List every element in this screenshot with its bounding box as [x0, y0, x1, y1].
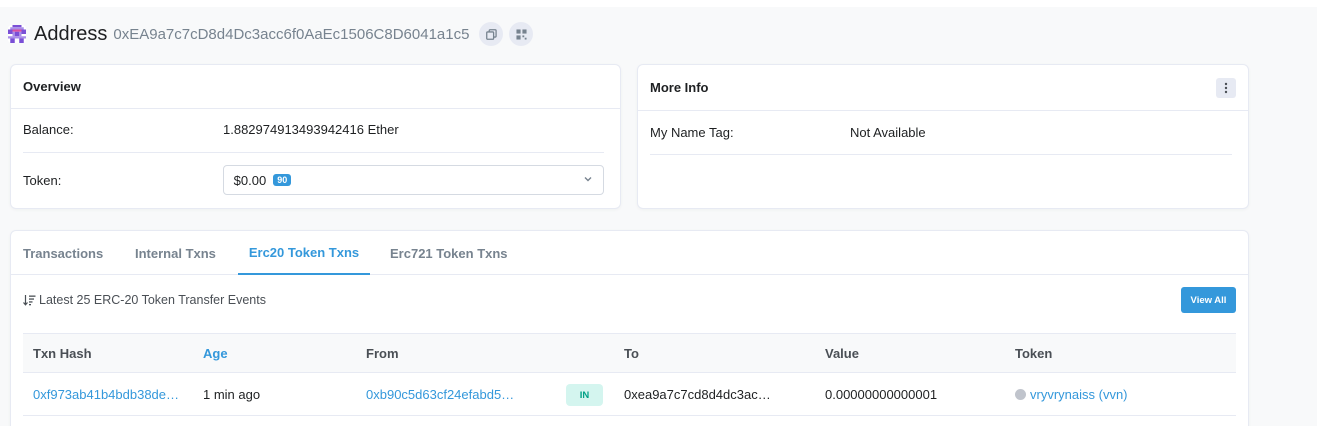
balance-row: Balance: 1.882974913493942416 Ether — [23, 122, 604, 137]
transactions-card: Transactions Internal Txns Erc20 Token T… — [10, 230, 1249, 426]
to-address: 0xea9a7c7cd8d4dc3ac… — [624, 387, 771, 402]
table-row: 0xf973ab41b4bdb38de… 1 min ago 0xb90c5d6… — [23, 374, 1236, 416]
token-link[interactable]: vryvrynaiss (vvn) — [1015, 387, 1128, 402]
column-header-age[interactable]: Age — [203, 346, 228, 361]
more-options-button[interactable] — [1216, 78, 1236, 98]
overview-card-header: Overview — [11, 65, 620, 109]
address-hash: 0xEA9a7c7cD8d4Dc3acc6f0AaEc1506C8D6041a1… — [113, 25, 470, 43]
qr-code-button[interactable] — [509, 22, 534, 46]
transfer-value: 0.00000000000001 — [825, 387, 938, 402]
txn-age: 1 min ago — [203, 387, 261, 402]
token-holdings-dropdown[interactable]: $0.00 90 — [222, 165, 604, 195]
overview-divider — [23, 152, 604, 153]
copy-address-button[interactable] — [479, 22, 504, 46]
token-logo-icon — [1015, 389, 1026, 400]
column-header-to: To — [624, 346, 639, 361]
from-address-link[interactable]: 0xb90c5d63cf24efabd5… — [366, 387, 514, 402]
column-header-token: Token — [1015, 346, 1053, 361]
more-info-card-header: More Info — [638, 65, 1248, 111]
vertical-ellipsis-icon — [1224, 82, 1228, 94]
table-header: Txn Hash Age From To Value Token — [23, 333, 1236, 373]
copy-icon — [486, 28, 497, 40]
qr-code-icon — [516, 28, 527, 40]
more-info-divider — [650, 154, 1232, 155]
column-header-value: Value — [825, 346, 859, 361]
tab-erc20-token-txns[interactable]: Erc20 Token Txns — [238, 231, 370, 275]
more-info-title: More Info — [650, 80, 709, 95]
name-tag-value: Not Available — [850, 125, 926, 140]
view-all-button[interactable]: View All — [1181, 287, 1236, 313]
latest-events-text: Latest 25 ERC-20 Token Transfer Events — [39, 293, 266, 307]
overview-title: Overview — [23, 79, 81, 94]
tab-transactions[interactable]: Transactions — [23, 231, 103, 275]
address-bar: Address 0xEA9a7c7cD8d4Dc3acc6f0AaEc1506C… — [8, 20, 539, 48]
name-tag-row: My Name Tag: Not Available — [650, 125, 1232, 140]
more-info-card: More Info My Name Tag: Not Available — [637, 64, 1249, 209]
balance-label: Balance: — [23, 122, 74, 137]
column-header-from: From — [366, 346, 399, 361]
txn-hash-link[interactable]: 0xf973ab41b4bdb38de… — [33, 387, 179, 402]
token-count-badge: 90 — [273, 174, 292, 186]
column-header-txn-hash: Txn Hash — [33, 346, 92, 361]
tab-erc721-token-txns[interactable]: Erc721 Token Txns — [390, 231, 508, 275]
sort-amount-down-icon — [23, 295, 36, 306]
token-row: Token: $0.00 90 — [23, 165, 604, 195]
top-strip — [0, 0, 1317, 7]
tab-internal-txns[interactable]: Internal Txns — [135, 231, 216, 275]
balance-value: 1.882974913493942416 Ether — [223, 122, 399, 137]
token-label: Token: — [23, 172, 62, 188]
overview-card: Overview Balance: 1.882974913493942416 E… — [10, 64, 621, 209]
token-name: vryvrynaiss (vvn) — [1030, 387, 1128, 402]
latest-events-summary: Latest 25 ERC-20 Token Transfer Events — [23, 293, 266, 307]
blockie-avatar-icon — [8, 25, 26, 43]
transaction-tabs: Transactions Internal Txns Erc20 Token T… — [11, 231, 1248, 275]
chevron-down-icon — [584, 177, 592, 182]
name-tag-label: My Name Tag: — [650, 125, 734, 140]
token-value: $0.00 — [233, 172, 267, 188]
page-title: Address — [34, 22, 108, 45]
direction-badge: IN — [566, 384, 603, 406]
